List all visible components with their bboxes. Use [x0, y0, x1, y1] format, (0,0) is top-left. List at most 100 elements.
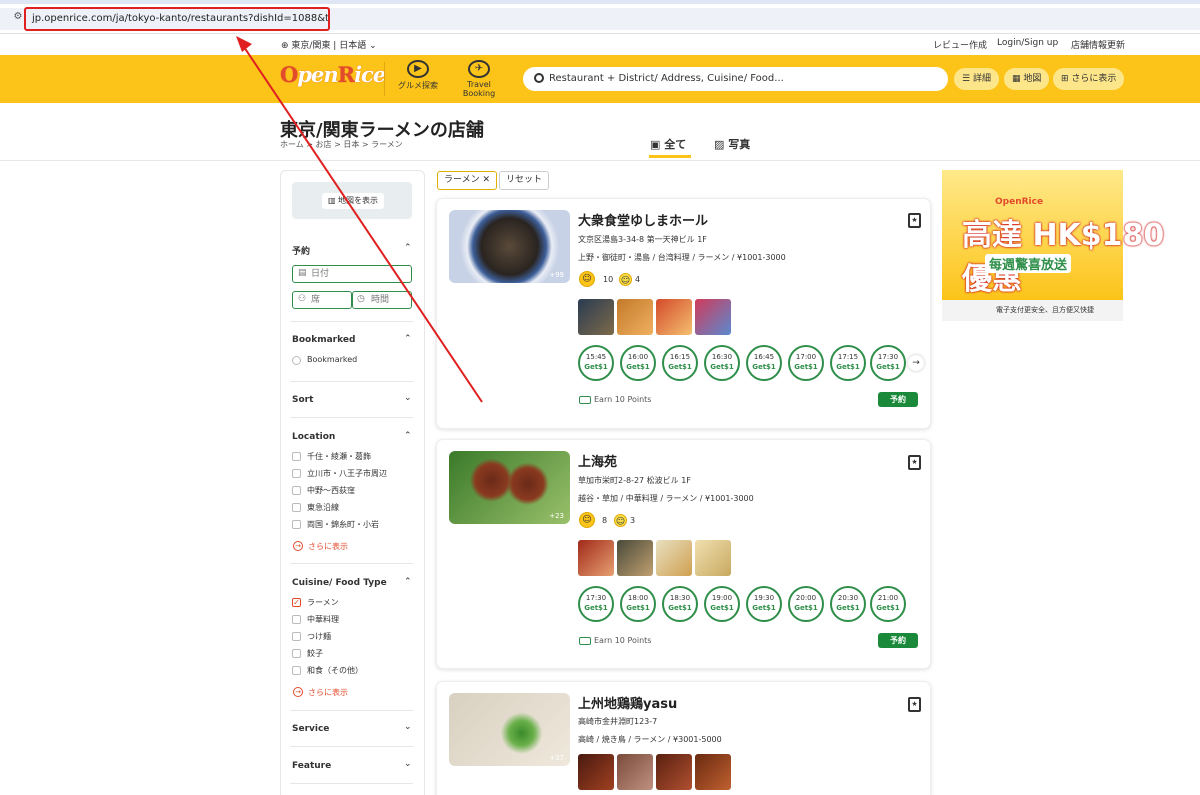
cuisine-checkbox[interactable] — [292, 666, 301, 675]
time-slot[interactable]: 17:15 Get$1 — [830, 345, 866, 381]
time-slot[interactable]: 16:00 Get$1 — [620, 345, 656, 381]
gourmet-explore-label: グルメ探索 — [398, 81, 438, 90]
smile-count: 10 — [603, 275, 614, 284]
reset-filters-button[interactable]: リセット — [499, 171, 550, 190]
review-photo-thumb[interactable] — [578, 299, 614, 335]
time-slot[interactable]: 21:00 Get$1 — [870, 586, 906, 622]
bookmark-icon[interactable]: ★ — [908, 697, 921, 712]
ad-footer[interactable]: 電子支付更安全、且方便又快捷 — [942, 300, 1123, 321]
search-input[interactable]: Restaurant + District/ Address, Cuisine/… — [523, 67, 948, 91]
time-slot[interactable]: 16:15 Get$1 — [662, 345, 698, 381]
time-slot[interactable]: 16:30 Get$1 — [704, 345, 740, 381]
time-slot[interactable]: 17:00 Get$1 — [788, 345, 824, 381]
review-photo-thumb[interactable] — [695, 540, 731, 576]
tab-all[interactable]: ▣ 全て — [650, 136, 686, 152]
chevron-down-icon[interactable]: ⌄ — [404, 759, 412, 769]
tab-all-label: 全て — [664, 138, 687, 151]
restaurant-photo[interactable]: +23 — [449, 451, 570, 524]
restaurant-photo[interactable]: +99 — [449, 210, 570, 283]
globe-icon: ⊕ — [281, 41, 292, 51]
restaurant-name[interactable]: 大衆食堂ゆしまホール — [578, 210, 708, 229]
location-checkbox[interactable] — [292, 469, 301, 478]
time-slot[interactable]: 17:30 Get$1 — [578, 586, 614, 622]
bookmarked-radio[interactable] — [292, 356, 301, 365]
review-photo-thumb[interactable] — [617, 299, 653, 335]
restaurant-name[interactable]: 上海苑 — [578, 451, 617, 470]
region-language-selector[interactable]: ⊕ 東京/関東 | 日本語 ⌄ — [281, 38, 377, 51]
service-heading[interactable]: Service — [292, 724, 329, 734]
review-photo-thumb[interactable] — [617, 540, 653, 576]
location-checkbox[interactable] — [292, 503, 301, 512]
review-photo-thumb[interactable] — [656, 299, 692, 335]
tab-photos[interactable]: ▨ 写真 — [714, 136, 750, 152]
review-photo-thumb[interactable] — [695, 754, 731, 790]
travel-booking-button[interactable]: ✈ Travel Booking — [451, 60, 507, 100]
gourmet-explore-button[interactable]: ▶ グルメ探索 — [390, 60, 446, 100]
review-photo-thumb[interactable] — [695, 299, 731, 335]
address-bar[interactable]: jp.openrice.com/ja/tokyo-kanto/restauran… — [24, 7, 330, 31]
ok-face-icon: ☺ — [614, 514, 627, 527]
review-photo-thumb[interactable] — [617, 754, 653, 790]
cuisine-checkbox[interactable] — [292, 615, 301, 624]
bookmarked-option-label: Bookmarked — [307, 355, 358, 364]
cuisine-checkbox[interactable] — [292, 632, 301, 641]
time-slot[interactable]: 20:30 Get$1 — [830, 586, 866, 622]
review-photo-thumb[interactable] — [578, 540, 614, 576]
chevron-down-icon[interactable]: ⌄ — [404, 393, 412, 403]
cuisine-heading: Cuisine/ Food Type — [292, 578, 387, 588]
browser-tab-strip — [0, 0, 1200, 4]
restaurant-photo[interactable]: +37 — [449, 693, 570, 766]
review-photo-thumb[interactable] — [656, 754, 692, 790]
update-info-link[interactable]: 店舗情報更新 — [1071, 38, 1125, 51]
breadcrumb[interactable]: ホーム > お店 > 日本 > ラーメン — [280, 139, 403, 150]
write-review-link[interactable]: レビュー作成 — [933, 38, 987, 51]
arrow-right-icon: → — [293, 541, 303, 551]
ad-subtitle: 每週驚喜放送 — [985, 254, 1072, 273]
chevron-up-icon[interactable]: ⌃ — [404, 334, 412, 344]
date-field[interactable]: 日付 — [292, 265, 412, 283]
show-map-button[interactable]: ▥ 地図を表示 — [322, 193, 384, 209]
time-slot[interactable]: 17:30 Get$1 — [870, 345, 906, 381]
advanced-filter-button[interactable]: ☰ 詳細 — [954, 68, 999, 90]
location-show-more-link[interactable]: さらに表示 — [308, 541, 348, 552]
location-checkbox[interactable] — [292, 520, 301, 529]
earn-points-text: Earn 10 Points — [594, 636, 652, 645]
next-slots-arrow-icon[interactable]: → — [908, 355, 924, 371]
restaurant-name[interactable]: 上州地鶏鶏yasu — [578, 693, 677, 712]
region-label: 東京/関東 | 日本語 — [291, 41, 367, 51]
chevron-up-icon[interactable]: ⌃ — [404, 431, 412, 441]
chevron-up-icon[interactable]: ⌃ — [404, 577, 412, 587]
openrice-logo[interactable]: OpenRice — [280, 62, 386, 87]
chevron-down-icon[interactable]: ⌄ — [404, 722, 412, 732]
site-info-icon[interactable]: ⚙ — [12, 11, 24, 23]
filter-chip-ramen[interactable]: ラーメン ✕ — [437, 171, 498, 190]
review-photo-thumb[interactable] — [578, 754, 614, 790]
time-slot[interactable]: 19:00 Get$1 — [704, 586, 740, 622]
reserve-button[interactable]: 予約 — [878, 392, 918, 407]
reserve-button[interactable]: 予約 — [878, 633, 918, 648]
bookmark-icon[interactable]: ★ — [908, 213, 921, 228]
sort-heading[interactable]: Sort — [292, 395, 313, 405]
feature-heading[interactable]: Feature — [292, 761, 331, 771]
time-slot[interactable]: 20:00 Get$1 — [788, 586, 824, 622]
time-slot[interactable]: 16:45 Get$1 — [746, 345, 782, 381]
bookmark-icon[interactable]: ★ — [908, 455, 921, 470]
cuisine-checkbox[interactable] — [292, 649, 301, 658]
cuisine-checkbox-checked[interactable]: ✓ — [292, 598, 301, 607]
cuisine-show-more-link[interactable]: さらに表示 — [308, 687, 348, 698]
plane-icon: ✈ — [468, 60, 490, 78]
chevron-down-icon: ⌄ — [366, 41, 377, 51]
time-slot[interactable]: 18:00 Get$1 — [620, 586, 656, 622]
location-checkbox[interactable] — [292, 486, 301, 495]
login-link[interactable]: Login/Sign up — [997, 38, 1058, 48]
time-slot[interactable]: 15:45 Get$1 — [578, 345, 614, 381]
sidebar-divider — [290, 381, 413, 382]
time-slot[interactable]: 18:30 Get$1 — [662, 586, 698, 622]
review-photo-thumb[interactable] — [656, 540, 692, 576]
location-checkbox[interactable] — [292, 452, 301, 461]
photo-count: +37 — [549, 754, 564, 762]
time-slot[interactable]: 19:30 Get$1 — [746, 586, 782, 622]
map-button[interactable]: ▦ 地図 — [1004, 68, 1050, 90]
chevron-up-icon[interactable]: ⌃ — [404, 243, 412, 253]
show-more-button[interactable]: ⊞ さらに表示 — [1053, 68, 1125, 90]
